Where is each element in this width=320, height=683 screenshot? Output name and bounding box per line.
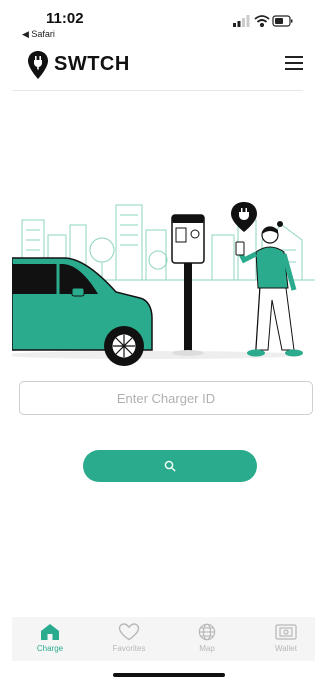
search-button[interactable] [83,450,257,482]
back-to-safari-link[interactable]: ◀ Safari [22,29,55,40]
charger-id-input[interactable] [19,381,313,415]
heart-icon [118,623,140,641]
home-indicator[interactable] [113,673,225,677]
header-divider [12,90,303,91]
person-illustration [235,221,303,357]
tab-wallet-label: Wallet [275,644,297,653]
wallet-icon [275,624,297,640]
plug-pin-icon [231,202,257,232]
tab-favorites[interactable]: Favorites [99,623,159,661]
status-bar: 11:02 ◀ Safari [0,0,315,44]
tab-wallet[interactable]: Wallet [256,623,316,661]
swtch-logo-icon [28,51,48,79]
app-header: SWTCH [12,46,303,86]
brand-name: SWTCH [54,53,130,75]
charger-station-illustration [171,214,205,356]
home-icon [41,624,59,640]
car-illustration [12,257,153,366]
charging-illustration [12,202,315,366]
tab-map[interactable]: Map [177,623,237,661]
signal-icon [233,15,250,27]
tab-map-label: Map [199,644,215,653]
hamburger-menu-icon[interactable] [285,56,303,70]
tab-charge-label: Charge [36,644,64,653]
tab-favorites-label: Favorites [112,644,146,653]
bottom-tab-bar: Charge Favorites Map Wallet [12,617,315,661]
globe-icon [198,623,216,641]
status-icons [233,15,293,28]
wifi-icon [254,15,270,28]
battery-icon [272,15,293,27]
search-icon [164,460,176,472]
tab-charge[interactable]: Charge [20,623,80,661]
status-time: 11:02 [46,10,84,27]
